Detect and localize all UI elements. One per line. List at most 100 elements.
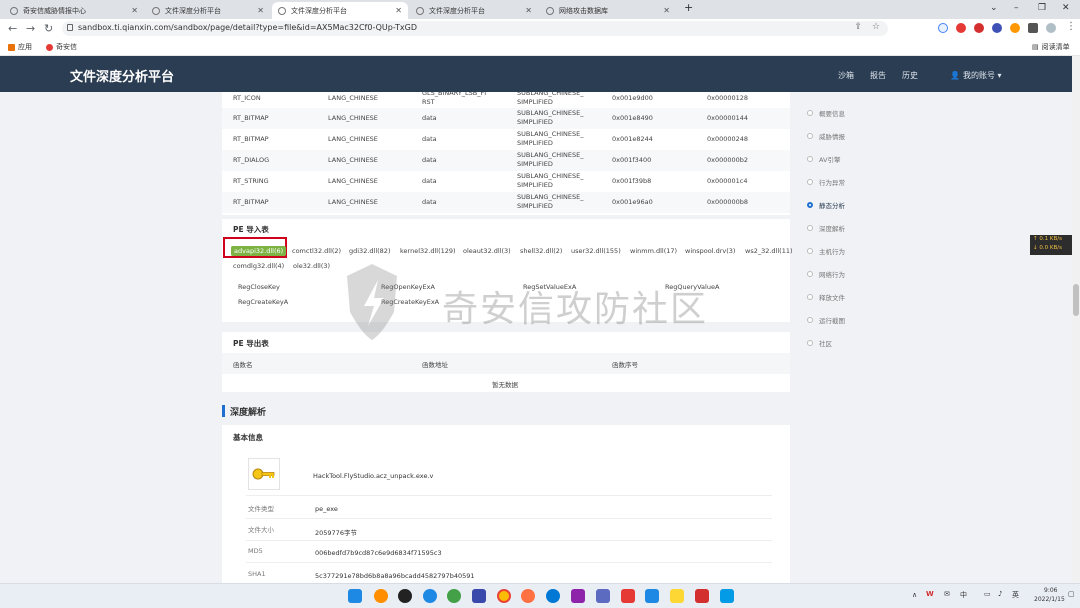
- site-title[interactable]: 文件深度分析平台: [70, 66, 174, 85]
- app-icon[interactable]: [423, 589, 437, 603]
- sidenav-item[interactable]: 概要信息: [807, 108, 845, 118]
- account-menu[interactable]: 👤 我的账号 ▾: [950, 70, 1002, 81]
- extension-icon[interactable]: [956, 23, 966, 33]
- tray-chevron-icon[interactable]: ∧: [912, 591, 917, 599]
- sidenav-label: 静态分析: [819, 202, 845, 210]
- sidenav-item[interactable]: 社区: [807, 338, 832, 348]
- ime-icon[interactable]: 英: [1012, 590, 1019, 600]
- dll-tab[interactable]: gdi32.dll(82): [349, 247, 390, 255]
- browser-tab[interactable]: 奇安信威胁情报中心 ✕: [4, 2, 144, 19]
- dll-tab[interactable]: winmm.dll(17): [630, 247, 677, 255]
- dll-tab[interactable]: kernel32.dll(129): [400, 247, 456, 255]
- table-cell: SUBLANG_CHINESE_ SIMPLIFIED: [517, 172, 584, 189]
- sidenav-item[interactable]: 行为异常: [807, 177, 845, 187]
- sidenav-item[interactable]: 运行截图: [807, 315, 845, 325]
- wps-icon[interactable]: [695, 589, 709, 603]
- app-icon[interactable]: [596, 589, 610, 603]
- avatar[interactable]: [1046, 23, 1056, 33]
- input-method-icon[interactable]: 中: [960, 590, 967, 600]
- network-icon[interactable]: ▭: [984, 590, 991, 598]
- extension-icon[interactable]: [992, 23, 1002, 33]
- pe-import-panel: [222, 219, 790, 322]
- clock-time[interactable]: 9:06: [1044, 587, 1057, 594]
- close-icon[interactable]: ✕: [525, 6, 532, 15]
- mail-icon[interactable]: [645, 589, 659, 603]
- dll-tab[interactable]: user32.dll(155): [571, 247, 621, 255]
- nav-sandbox[interactable]: 沙箱: [838, 70, 854, 81]
- dll-tab[interactable]: shell32.dll(2): [520, 247, 562, 255]
- app-icon[interactable]: [571, 589, 585, 603]
- sidenav-item[interactable]: 威胁情报: [807, 131, 845, 141]
- nav-history[interactable]: 历史: [902, 70, 918, 81]
- close-window-button[interactable]: ✕: [1062, 3, 1070, 13]
- dll-tab[interactable]: oleaut32.dll(3): [463, 247, 511, 255]
- app-icon[interactable]: [720, 589, 734, 603]
- browser-tab-active[interactable]: 文件深度分析平台 ✕: [272, 2, 408, 19]
- tray-app-icon[interactable]: ✉: [944, 590, 950, 598]
- dll-tab-selected[interactable]: advapi32.dll(6): [231, 246, 287, 256]
- wechat-icon[interactable]: [447, 589, 461, 603]
- url-bar[interactable]: sandbox.ti.qianxin.com/sandbox/page/deta…: [62, 21, 888, 36]
- browser-tab[interactable]: 网络攻击数据库 ✕: [540, 2, 676, 19]
- search-icon[interactable]: [374, 589, 388, 603]
- close-icon[interactable]: ✕: [131, 6, 138, 15]
- edge-icon[interactable]: [546, 589, 560, 603]
- close-icon[interactable]: ✕: [395, 6, 402, 15]
- puzzle-icon[interactable]: [1028, 23, 1038, 33]
- maximize-button[interactable]: ❐: [1038, 3, 1046, 13]
- extension-icon[interactable]: [974, 23, 984, 33]
- bookmark-qianxin[interactable]: 奇安信: [46, 42, 77, 52]
- sidenav-item[interactable]: 深度解析: [807, 223, 845, 233]
- sidenav-label: AV引擎: [819, 156, 841, 164]
- share-icon[interactable]: ⇪: [854, 22, 862, 32]
- scrollbar-thumb[interactable]: [1073, 284, 1079, 316]
- reload-icon[interactable]: ↻: [44, 22, 53, 35]
- star-icon[interactable]: ☆: [872, 22, 880, 32]
- app-icon[interactable]: [472, 589, 486, 603]
- extension-icon[interactable]: [938, 23, 948, 33]
- tray-app-icon[interactable]: W: [926, 590, 934, 598]
- sidenav-item[interactable]: AV引擎: [807, 154, 840, 164]
- nav-report[interactable]: 报告: [870, 70, 886, 81]
- qq-icon[interactable]: [398, 589, 412, 603]
- forward-icon[interactable]: →: [26, 22, 35, 35]
- sidenav-item[interactable]: 静态分析: [807, 200, 845, 210]
- notification-icon[interactable]: ▢: [1068, 590, 1075, 598]
- dll-tab[interactable]: ole32.dll(3): [293, 262, 330, 270]
- menu-icon[interactable]: ⋮: [1066, 21, 1076, 32]
- extension-icon[interactable]: [1010, 23, 1020, 33]
- back-icon[interactable]: ←: [8, 22, 17, 35]
- start-icon[interactable]: [348, 589, 362, 603]
- browser-tab[interactable]: 文件深度分析平台 ✕: [146, 2, 270, 19]
- sidenav-label: 行为异常: [819, 179, 845, 187]
- new-tab-button[interactable]: +: [684, 1, 693, 14]
- dll-tab[interactable]: winspool.drv(3): [685, 247, 735, 255]
- clock-date[interactable]: 2022/1/15: [1034, 596, 1065, 603]
- folder-icon[interactable]: [670, 589, 684, 603]
- close-icon[interactable]: ✕: [257, 6, 264, 15]
- dll-tab[interactable]: comctl32.dll(2): [292, 247, 341, 255]
- bookmark-apps[interactable]: 应用: [8, 42, 32, 52]
- reading-list[interactable]: ▤ 阅读清单: [1032, 42, 1070, 52]
- sidenav-item[interactable]: 释放文件: [807, 292, 845, 302]
- dll-tab[interactable]: comdlg32.dll(4): [233, 262, 284, 270]
- app-icon[interactable]: [621, 589, 635, 603]
- page-scrollbar[interactable]: [1072, 56, 1080, 583]
- divider: [246, 518, 772, 519]
- volume-icon[interactable]: ♪: [998, 590, 1002, 598]
- network-speed-widget: ↑ 0.1 KB/s ↓ 0.0 KB/s: [1030, 235, 1072, 255]
- nav-dot-icon: [807, 179, 813, 185]
- table-cell: data: [422, 156, 437, 164]
- browser-tab[interactable]: 文件深度分析平台 ✕: [410, 2, 538, 19]
- field-value: 006bedfd7b9cd87c6e9d6834f71595c3: [315, 549, 442, 557]
- tab-search-icon[interactable]: ⌄: [990, 3, 998, 13]
- dll-tab[interactable]: ws2_32.dll(11): [745, 247, 793, 255]
- firefox-icon[interactable]: [521, 589, 535, 603]
- chrome-icon[interactable]: [497, 589, 511, 603]
- sidenav-item[interactable]: 主机行为: [807, 246, 845, 256]
- sidenav-item[interactable]: 网络行为: [807, 269, 845, 279]
- table-cell: 0x000000b8: [707, 198, 749, 206]
- minimize-button[interactable]: –: [1014, 3, 1019, 13]
- close-icon[interactable]: ✕: [663, 6, 670, 15]
- table-cell: RT_DIALOG: [233, 156, 270, 164]
